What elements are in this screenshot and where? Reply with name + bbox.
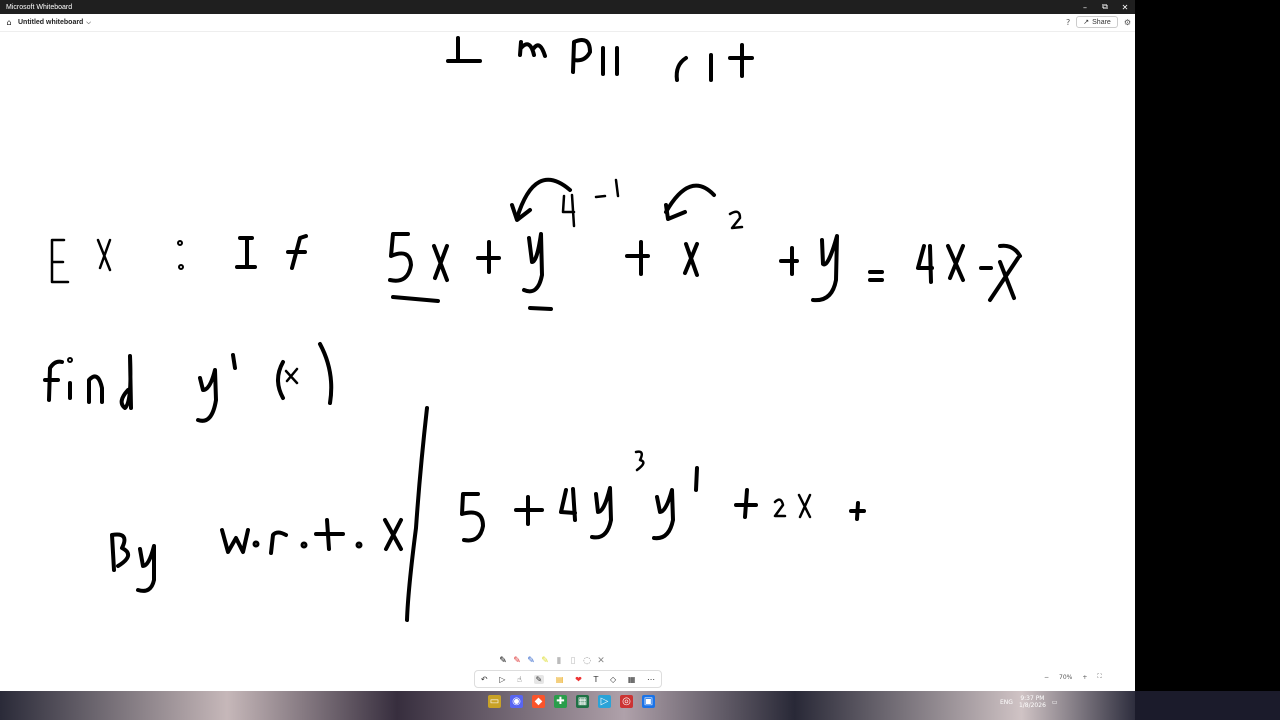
discord-icon[interactable]: ◉ [510, 695, 523, 708]
pen-black-icon[interactable]: ✎ [498, 652, 508, 666]
pen-red-icon[interactable]: ✎ [512, 652, 522, 666]
help-icon[interactable]: ? [1066, 18, 1070, 27]
document-name-label: Untitled whiteboard [18, 19, 84, 26]
close-button[interactable]: ✕ [1115, 0, 1135, 14]
home-icon[interactable]: ⌂ [0, 18, 18, 27]
ink-derivative [460, 450, 866, 543]
reactions-icon[interactable]: ❤ [575, 675, 582, 684]
lasso-icon[interactable]: ◌ [582, 652, 592, 666]
zoom-controls: − 70% + ⛶ [1044, 673, 1102, 681]
whiteboard-icon[interactable]: ▣ [642, 695, 655, 708]
window-title: Microsoft Whiteboard [6, 3, 73, 11]
taskbar: ▭ ◉ ◆ ✚ ▦ ▷ ◎ ▣ ENG 9:37 PM 1/8/2026 ▭ [0, 691, 1280, 720]
restore-button[interactable]: ⧉ [1095, 0, 1115, 14]
zoom-level[interactable]: 70% [1059, 674, 1072, 681]
app-header: ⌂ Untitled whiteboard ⌵ ? ↗ Share ⚙ [0, 14, 1135, 32]
record-icon[interactable]: ◎ [620, 695, 633, 708]
text-icon[interactable]: T [593, 675, 598, 684]
eraser-icon[interactable]: ▮ [554, 652, 564, 666]
window-controls: – ⧉ ✕ [1075, 0, 1135, 14]
file-explorer-icon[interactable]: ▭ [488, 695, 501, 708]
more-icon[interactable]: ⋯ [647, 675, 655, 684]
clock-date: 1/8/2026 [1018, 702, 1046, 709]
ink-strokes [43, 36, 1022, 622]
zoom-out-icon[interactable]: − [1044, 674, 1049, 681]
notification-icon[interactable]: ▭ [1052, 699, 1058, 706]
chevron-down-icon: ⌵ [86, 18, 91, 26]
select-icon[interactable]: ▷ [499, 675, 505, 684]
close-icon[interactable]: ✕ [596, 652, 606, 666]
app-icon[interactable]: ✚ [554, 695, 567, 708]
ruler-icon[interactable]: ▯ [568, 652, 578, 666]
zoom-in-icon[interactable]: + [1082, 674, 1087, 681]
touch-icon[interactable]: ☝ [517, 675, 522, 684]
black-side-area [1135, 0, 1280, 691]
excel-icon[interactable]: ▦ [576, 695, 589, 708]
bottom-toolbar: ↶ ▷ ☝ ✎ ▤ ❤ T ◇ ▦ ⋯ [474, 670, 662, 688]
telegram-icon[interactable]: ▷ [598, 695, 611, 708]
ink-equation [388, 177, 1022, 311]
fit-screen-icon[interactable]: ⛶ [1097, 673, 1101, 681]
pen-tray: ✎ ✎ ✎ ✎ ▮ ▯ ◌ ✕ [498, 650, 606, 666]
header-actions: ? ↗ Share ⚙ [1066, 16, 1131, 28]
minimize-button[interactable]: – [1075, 0, 1095, 14]
notes-icon[interactable]: ▤ [556, 675, 564, 684]
clock-time: 9:37 PM [1020, 695, 1045, 702]
pen-blue-icon[interactable]: ✎ [526, 652, 536, 666]
whiteboard-app: Microsoft Whiteboard – ⧉ ✕ ⌂ Untitled wh… [0, 0, 1135, 691]
ink-heading-implicit [446, 36, 754, 82]
clock[interactable]: 9:37 PM 1/8/2026 [1019, 695, 1046, 709]
system-tray: ENG 9:37 PM 1/8/2026 ▭ [1000, 695, 1058, 709]
share-label: Share [1092, 18, 1111, 26]
taskbar-apps: ▭ ◉ ◆ ✚ ▦ ▷ ◎ ▣ [488, 695, 655, 708]
lang-indicator[interactable]: ENG [1000, 699, 1013, 706]
document-name[interactable]: Untitled whiteboard ⌵ [18, 19, 91, 27]
pen-tool-icon[interactable]: ✎ [533, 674, 545, 684]
ink-find [43, 342, 334, 423]
shapes-icon[interactable]: ◇ [610, 675, 616, 684]
settings-icon[interactable]: ⚙ [1124, 18, 1131, 27]
share-icon: ↗ [1083, 19, 1090, 26]
brave-icon[interactable]: ◆ [532, 695, 545, 708]
undo-icon[interactable]: ↶ [481, 675, 488, 684]
title-bar: Microsoft Whiteboard – ⧉ ✕ [0, 0, 1135, 14]
ink-by-wrt [110, 406, 429, 622]
whiteboard-canvas[interactable] [0, 33, 1135, 691]
templates-icon[interactable]: ▦ [628, 675, 636, 684]
highlighter-icon[interactable]: ✎ [540, 652, 550, 666]
share-button[interactable]: ↗ Share [1076, 16, 1118, 28]
ink-ex-if [50, 234, 308, 284]
